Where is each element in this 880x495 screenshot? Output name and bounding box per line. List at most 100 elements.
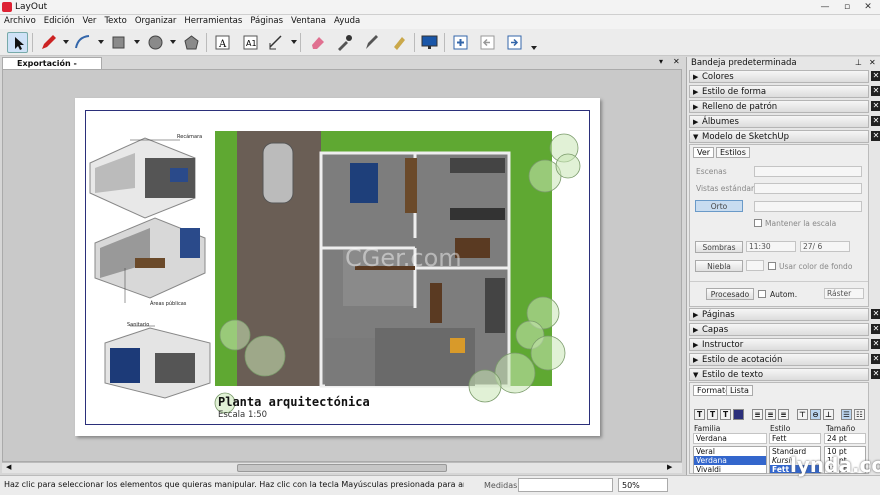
render-mode-select[interactable]: Ráster — [824, 288, 864, 299]
horizontal-scrollbar[interactable]: ◀ ▶ — [2, 462, 682, 473]
dimension-tool-icon[interactable] — [266, 32, 287, 53]
close-icon[interactable]: ✕ — [871, 101, 880, 111]
menu-texto[interactable]: Texto — [100, 15, 130, 27]
add-page-icon[interactable] — [450, 32, 471, 53]
menu-ventana[interactable]: Ventana — [287, 15, 330, 27]
anchor-bottom-icon[interactable]: ⊥ — [823, 409, 834, 420]
select-tool-icon[interactable] — [7, 32, 28, 53]
anchor-middle-icon[interactable]: ⊖ — [810, 409, 821, 420]
drawing-canvas[interactable]: Recámara Áreas públicas Sanitario CGer.c… — [2, 69, 682, 462]
tab-ver[interactable]: Ver — [693, 147, 715, 158]
close-icon[interactable]: ✕ — [871, 354, 880, 364]
paper-page[interactable]: Recámara Áreas públicas Sanitario CGer.c… — [75, 98, 600, 436]
family-list[interactable]: Veral Verdana Vivaldi — [693, 446, 767, 474]
polygon-tool-icon[interactable] — [181, 32, 202, 53]
section-dimension-style[interactable]: ▶ Estilo de acotación — [689, 353, 869, 366]
align-center-icon[interactable]: ≡ — [765, 409, 776, 420]
rectangle-tool-icon[interactable] — [108, 32, 129, 53]
close-icon[interactable]: ✕ — [871, 324, 880, 334]
chevron-down-icon[interactable] — [134, 40, 140, 44]
section-instructor[interactable]: ▶ Instructor — [689, 338, 869, 351]
std-views-select[interactable] — [754, 183, 862, 194]
close-icon[interactable]: ✕ — [871, 339, 880, 349]
minimize-button[interactable]: — — [815, 1, 835, 13]
section-layers[interactable]: ▶ Capas — [689, 323, 869, 336]
close-icon[interactable]: ✕ — [871, 86, 880, 96]
section-text-style[interactable]: ▼ Estilo de texto — [689, 368, 869, 381]
scale-select[interactable] — [754, 201, 862, 212]
menu-archivo[interactable]: Archivo — [0, 15, 40, 27]
list-item[interactable]: Verdana — [694, 456, 766, 465]
render-button[interactable]: Procesado — [706, 288, 754, 300]
list-numbered-icon[interactable]: ☷ — [854, 409, 865, 420]
close-icon[interactable]: ✕ — [871, 71, 880, 81]
eraser-tool-icon[interactable] — [307, 32, 328, 53]
close-icon[interactable]: ✕ — [871, 131, 880, 141]
fog-color-swatch[interactable] — [746, 260, 764, 271]
menu-herramientas[interactable]: Herramientas — [180, 15, 246, 27]
list-item[interactable]: Veral — [694, 447, 766, 456]
chevron-down-icon[interactable] — [98, 40, 104, 44]
tab-lista[interactable]: Lista — [726, 385, 753, 396]
section-pages[interactable]: ▶ Páginas — [689, 308, 869, 321]
chevron-down-icon[interactable] — [291, 40, 297, 44]
shadows-button[interactable]: Sombras — [695, 241, 743, 253]
keep-scale-checkbox[interactable] — [754, 219, 762, 227]
floor-plan-viewport[interactable]: Recámara Áreas públicas Sanitario CGer.c… — [75, 98, 600, 436]
text-tool-icon[interactable]: A — [212, 32, 233, 53]
section-pattern-fill[interactable]: ▶ Relleno de patrón — [689, 100, 869, 113]
menu-organizar[interactable]: Organizar — [131, 15, 181, 27]
measures-input[interactable] — [518, 478, 613, 492]
tray-close-icon[interactable]: ✕ — [869, 58, 876, 67]
menu-paginas[interactable]: Páginas — [246, 15, 287, 27]
list-item[interactable]: Vivaldi — [694, 465, 766, 473]
text-color-swatch[interactable] — [733, 409, 744, 420]
document-tab[interactable]: Exportación - Página 1 — [2, 57, 102, 79]
next-page-icon[interactable] — [504, 32, 525, 53]
menu-ayuda[interactable]: Ayuda — [330, 15, 364, 27]
menu-ver[interactable]: Ver — [79, 15, 101, 27]
family-input[interactable]: Verdana — [693, 433, 767, 444]
align-left-icon[interactable]: ≡ — [752, 409, 763, 420]
text-format-icon[interactable]: T — [694, 409, 705, 420]
presentation-icon[interactable] — [419, 32, 440, 53]
circle-tool-icon[interactable] — [145, 32, 166, 53]
shadow-date-field[interactable]: 27/ 6 — [800, 241, 850, 252]
anchor-top-icon[interactable]: ⊤ — [797, 409, 808, 420]
tab-close-icon[interactable]: ✕ — [673, 57, 680, 66]
auto-render-checkbox[interactable] — [758, 290, 766, 298]
pin-icon[interactable]: ⊥ — [855, 58, 862, 67]
close-icon[interactable]: ✕ — [871, 369, 880, 379]
pencil-tool-icon[interactable] — [38, 32, 59, 53]
style-input[interactable]: Fett — [769, 433, 821, 444]
menu-edicion[interactable]: Edición — [40, 15, 79, 27]
toolbar-overflow-icon[interactable] — [531, 46, 537, 50]
size-input[interactable]: 24 pt — [824, 433, 866, 444]
eyedropper-tool-icon[interactable] — [334, 32, 355, 53]
split-tool-icon[interactable] — [388, 32, 409, 53]
close-icon[interactable]: ✕ — [871, 116, 880, 126]
chevron-down-icon[interactable] — [63, 40, 69, 44]
scroll-left-icon[interactable]: ◀ — [6, 463, 11, 471]
maximize-button[interactable]: ▫ — [837, 1, 857, 13]
label-tool-icon[interactable]: A1 — [240, 32, 261, 53]
section-shape-style[interactable]: ▶ Estilo de forma — [689, 85, 869, 98]
paint-tool-icon[interactable] — [361, 32, 382, 53]
text-format-bold-icon[interactable]: T — [707, 409, 718, 420]
fog-button[interactable]: Niebla — [695, 260, 743, 272]
zoom-selector[interactable]: 50% — [618, 478, 668, 492]
align-right-icon[interactable]: ≡ — [778, 409, 789, 420]
chevron-down-icon[interactable] — [170, 40, 176, 44]
use-bg-color-checkbox[interactable] — [768, 262, 776, 270]
previous-page-icon[interactable] — [477, 32, 498, 53]
scenes-select[interactable] — [754, 166, 862, 177]
list-icon[interactable]: ☰ — [841, 409, 852, 420]
section-sketchup-model[interactable]: ▼ Modelo de SketchUp — [689, 130, 869, 143]
section-colors[interactable]: ▶ Colores — [689, 70, 869, 83]
tab-menu-icon[interactable]: ▾ — [659, 57, 663, 66]
arc-tool-icon[interactable] — [72, 32, 93, 53]
scroll-right-icon[interactable]: ▶ — [667, 463, 672, 471]
section-albums[interactable]: ▶ Álbumes — [689, 115, 869, 128]
tab-estilos[interactable]: Estilos — [716, 147, 750, 158]
close-icon[interactable]: ✕ — [871, 309, 880, 319]
